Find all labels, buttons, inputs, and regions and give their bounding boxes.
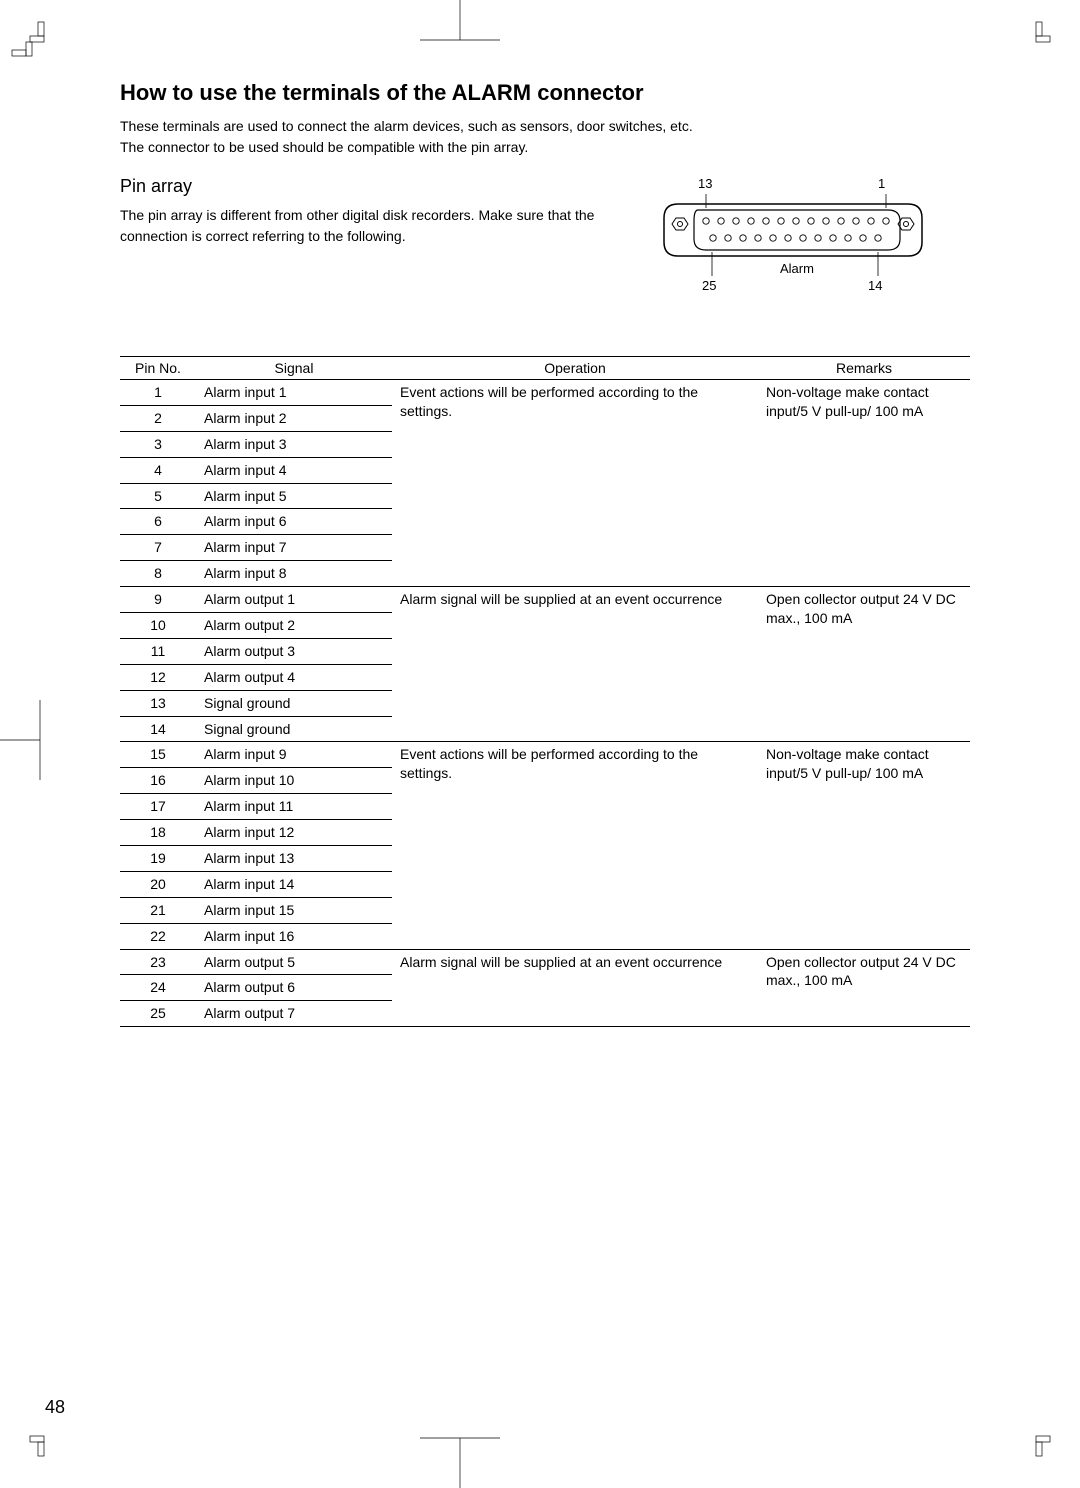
pin-table: Pin No. Signal Operation Remarks 1Alarm … [120, 356, 970, 1027]
cell-pin-no: 4 [120, 457, 196, 483]
cell-pin-no: 8 [120, 561, 196, 587]
cell-pin-no: 25 [120, 1001, 196, 1027]
header-signal: Signal [196, 357, 392, 380]
cell-remarks: Open collector output 24 V DC max., 100 … [758, 949, 970, 1027]
table-row: 23Alarm output 5Alarm signal will be sup… [120, 949, 970, 975]
cell-operation: Event actions will be performed accordin… [392, 380, 758, 587]
cell-signal: Alarm output 1 [196, 587, 392, 613]
header-pin-no: Pin No. [120, 357, 196, 380]
cell-pin-no: 1 [120, 380, 196, 406]
cell-pin-no: 11 [120, 638, 196, 664]
page-number: 48 [45, 1397, 65, 1418]
cell-signal: Signal ground [196, 716, 392, 742]
pin-array-subheading: Pin array [120, 176, 630, 197]
cell-signal: Alarm input 4 [196, 457, 392, 483]
cell-signal: Alarm input 7 [196, 535, 392, 561]
cell-pin-no: 5 [120, 483, 196, 509]
cell-signal: Alarm input 10 [196, 768, 392, 794]
header-operation: Operation [392, 357, 758, 380]
table-row: 1Alarm input 1Event actions will be perf… [120, 380, 970, 406]
cell-pin-no: 19 [120, 846, 196, 872]
cell-signal: Alarm output 6 [196, 975, 392, 1001]
cell-signal: Alarm input 1 [196, 380, 392, 406]
cell-pin-no: 20 [120, 871, 196, 897]
pin-array-description: The pin array is different from other di… [120, 205, 630, 247]
cell-pin-no: 16 [120, 768, 196, 794]
cell-signal: Alarm input 3 [196, 431, 392, 457]
table-row: 15Alarm input 9Event actions will be per… [120, 742, 970, 768]
crop-mark-bottom-right [1020, 1406, 1080, 1466]
cell-signal: Alarm input 6 [196, 509, 392, 535]
cell-pin-no: 21 [120, 897, 196, 923]
cell-pin-no: 15 [120, 742, 196, 768]
cell-pin-no: 9 [120, 587, 196, 613]
cell-remarks: Open collector output 24 V DC max., 100 … [758, 587, 970, 742]
cell-remarks: Non-voltage make contact input/5 V pull-… [758, 742, 970, 949]
cell-signal: Alarm input 13 [196, 846, 392, 872]
cell-signal: Alarm input 12 [196, 820, 392, 846]
table-header-row: Pin No. Signal Operation Remarks [120, 357, 970, 380]
cell-operation: Event actions will be performed accordin… [392, 742, 758, 949]
intro-line-1: These terminals are used to connect the … [120, 118, 693, 134]
header-remarks: Remarks [758, 357, 970, 380]
cell-operation: Alarm signal will be supplied at an even… [392, 949, 758, 1027]
diagram-label-top-left: 13 [698, 176, 712, 191]
crop-mark-top-right [1020, 12, 1080, 72]
cell-pin-no: 22 [120, 923, 196, 949]
cell-signal: Alarm input 14 [196, 871, 392, 897]
cell-pin-no: 7 [120, 535, 196, 561]
cell-remarks: Non-voltage make contact input/5 V pull-… [758, 380, 970, 587]
cell-pin-no: 2 [120, 405, 196, 431]
cell-signal: Alarm output 3 [196, 638, 392, 664]
cell-pin-no: 13 [120, 690, 196, 716]
cell-signal: Alarm input 8 [196, 561, 392, 587]
cell-pin-no: 3 [120, 431, 196, 457]
page-content: How to use the terminals of the ALARM co… [120, 80, 970, 1027]
cell-signal: Alarm input 2 [196, 405, 392, 431]
diagram-label-bottom-left: 25 [702, 278, 716, 293]
cell-signal: Alarm input 9 [196, 742, 392, 768]
table-row: 9Alarm output 1Alarm signal will be supp… [120, 587, 970, 613]
cell-signal: Alarm input 11 [196, 794, 392, 820]
cell-signal: Alarm input 16 [196, 923, 392, 949]
diagram-label-bottom-right: 14 [868, 278, 882, 293]
cell-signal: Alarm output 4 [196, 664, 392, 690]
crop-mark-top-left [0, 12, 60, 72]
cell-pin-no: 18 [120, 820, 196, 846]
cell-signal: Alarm output 2 [196, 613, 392, 639]
cell-operation: Alarm signal will be supplied at an even… [392, 587, 758, 742]
connector-diagram: 13 1 [650, 176, 970, 316]
cell-signal: Alarm input 5 [196, 483, 392, 509]
cell-pin-no: 23 [120, 949, 196, 975]
cell-signal: Signal ground [196, 690, 392, 716]
page-heading: How to use the terminals of the ALARM co… [120, 80, 970, 106]
cell-signal: Alarm output 7 [196, 1001, 392, 1027]
diagram-label-alarm: Alarm [780, 261, 814, 276]
cell-signal: Alarm input 15 [196, 897, 392, 923]
cell-pin-no: 24 [120, 975, 196, 1001]
crop-mark-top-center [420, 0, 500, 60]
diagram-label-top-right: 1 [878, 176, 885, 191]
intro-text: These terminals are used to connect the … [120, 116, 970, 158]
intro-line-2: The connector to be used should be compa… [120, 139, 528, 155]
cell-signal: Alarm output 5 [196, 949, 392, 975]
cell-pin-no: 14 [120, 716, 196, 742]
connector-svg [650, 194, 970, 324]
cell-pin-no: 17 [120, 794, 196, 820]
crop-mark-mid-left [0, 700, 60, 780]
cell-pin-no: 6 [120, 509, 196, 535]
cell-pin-no: 10 [120, 613, 196, 639]
cell-pin-no: 12 [120, 664, 196, 690]
